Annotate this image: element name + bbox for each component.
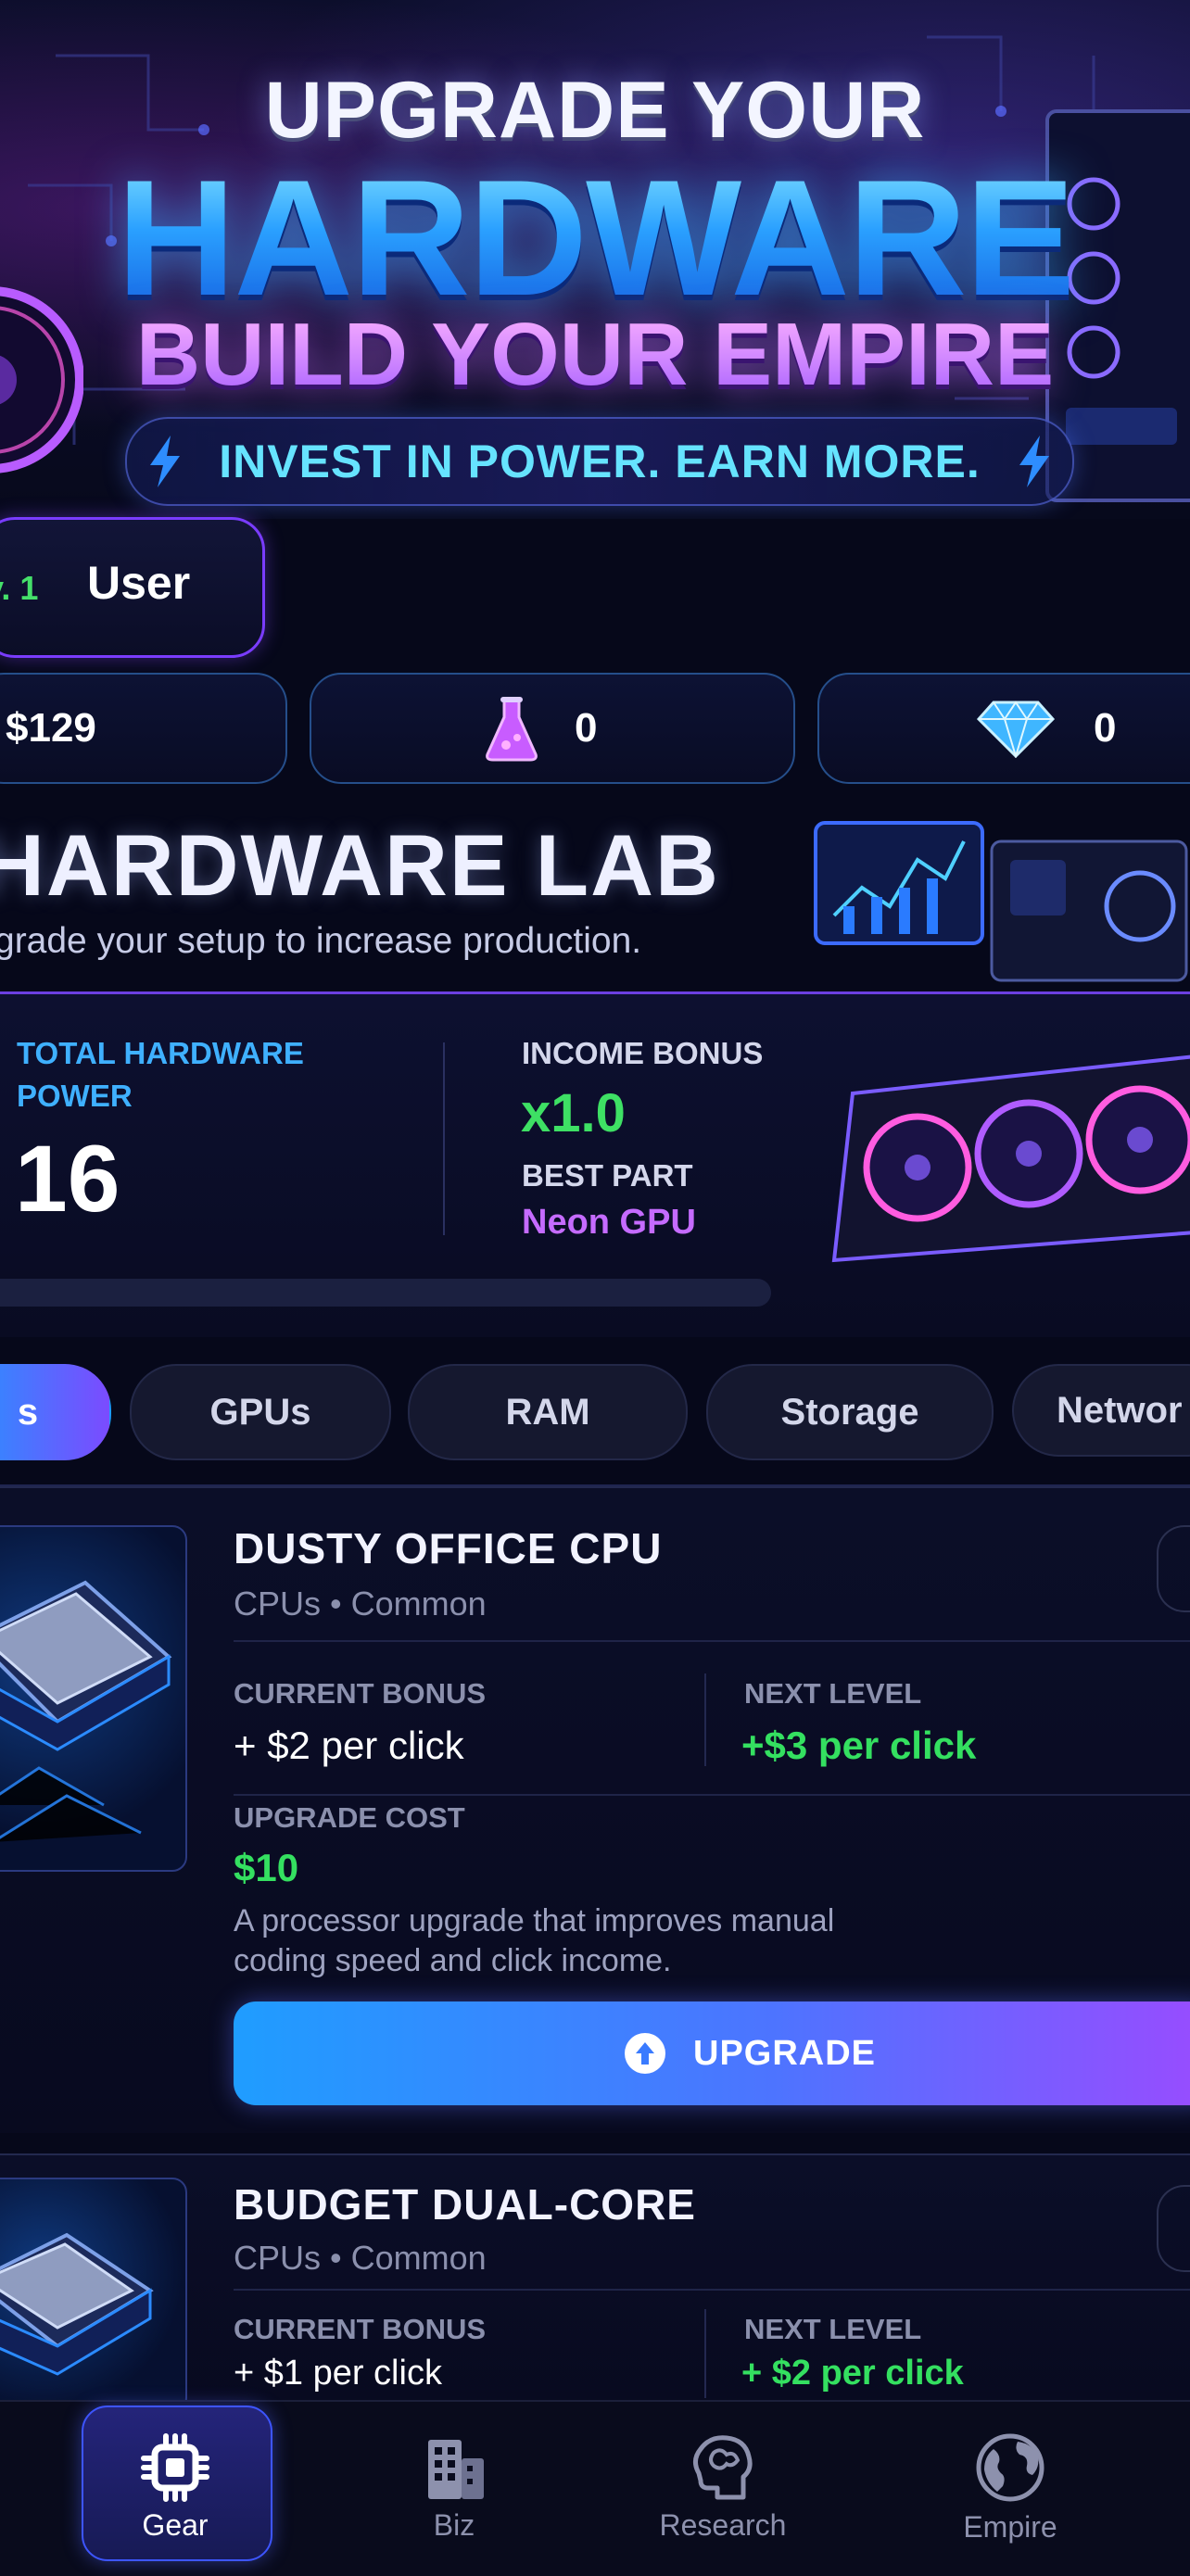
current-bonus-label: CURRENT BONUS [234, 2313, 487, 2345]
banner-line-3: BUILD YOUR EMPIRE [0, 304, 1190, 406]
tab-cpus[interactable]: s [0, 1364, 111, 1460]
nav-item-biz[interactable]: Biz [361, 2400, 547, 2574]
cpu-chip-image [0, 1580, 172, 1842]
cpu-thumbnail [0, 1525, 187, 1872]
nav-label-empire: Empire [963, 2509, 1057, 2544]
nav-label-gear: Gear [142, 2507, 209, 2542]
cpu-thumbnail [0, 2178, 187, 2413]
user-name: User [87, 557, 191, 609]
brain-icon [693, 2434, 753, 2499]
card-description-line-2: coding speed and click income. [234, 1943, 672, 1978]
current-bonus-label: CURRENT BONUS [234, 1677, 487, 1710]
bonus-divider [704, 1673, 706, 1766]
bonus-divider [704, 2309, 706, 2398]
nav-item-empire[interactable]: Empire [918, 2400, 1103, 2574]
research-pill: 0 [310, 673, 795, 784]
next-level-value: + $2 per click [741, 2354, 964, 2393]
upgrade-cost-value: $10 [234, 1846, 299, 1889]
card-divider [234, 1794, 1190, 1796]
nav-label-biz: Biz [433, 2507, 475, 2542]
next-level-label: NEXT LEVEL [744, 2313, 922, 2345]
income-bonus-value: x1.0 [521, 1083, 626, 1143]
page-subtitle: grade your setup to increase production. [0, 921, 642, 961]
info-button[interactable] [1157, 2185, 1190, 2272]
upgrade-button-label: UPGRADE [693, 2033, 877, 2073]
research-value: 0 [575, 705, 598, 751]
tab-network[interactable]: Networ [1012, 1364, 1190, 1457]
globe-icon [976, 2433, 1044, 2501]
neon-gpu-image [831, 1054, 1190, 1263]
next-level-label: NEXT LEVEL [744, 1677, 922, 1710]
upgrade-cost-label: UPGRADE COST [234, 1801, 465, 1834]
income-bonus-label: INCOME BONUS [522, 1036, 764, 1070]
lightning-icon [150, 436, 181, 487]
page-title: HARDWARE LAB [0, 816, 720, 914]
nav-item-gear[interactable]: Gear [82, 2400, 269, 2574]
power-progress-bar [0, 1279, 771, 1307]
total-power-label-line-1: TOTAL HARDWARE [17, 1036, 304, 1070]
tab-storage[interactable]: Storage [706, 1364, 994, 1460]
best-part-value: Neon GPU [522, 1203, 696, 1242]
upgrade-button[interactable]: UPGRADE [234, 2001, 1190, 2105]
total-power-value: 16 [15, 1126, 120, 1231]
card-title: DUSTY OFFICE CPU [234, 1524, 663, 1572]
diamond-pill: 0 [817, 673, 1190, 784]
cpu-chip-image [0, 2232, 154, 2376]
current-bonus-value: + $1 per click [234, 2354, 442, 2393]
card-divider [234, 1640, 1190, 1642]
tab-gpus[interactable]: GPUs [130, 1364, 391, 1460]
tagline-text: INVEST IN POWER. EARN MORE. [219, 436, 981, 487]
stats-divider [443, 1042, 445, 1235]
best-part-label: BEST PART [522, 1158, 693, 1193]
card-category: CPUs • Common [234, 1585, 487, 1623]
lab-desk-image [814, 821, 1188, 982]
current-bonus-value: + $2 per click [234, 1724, 464, 1767]
card-category: CPUs • Common [234, 2239, 487, 2277]
arrow-up-circle-icon [625, 2033, 665, 2074]
info-button[interactable] [1157, 1525, 1190, 1612]
card-divider [234, 2289, 1190, 2291]
user-level: v. 1 [0, 569, 39, 607]
flask-icon [486, 697, 538, 762]
cash-pill: $129 [0, 673, 287, 784]
cash-value: $129 [6, 705, 96, 751]
tab-ram[interactable]: RAM [408, 1364, 688, 1460]
nav-label-research: Research [659, 2507, 787, 2542]
card-description-line-1: A processor upgrade that improves manual [234, 1903, 835, 1938]
chip-icon [141, 2432, 209, 2502]
banner-tagline: INVEST IN POWER. EARN MORE. [125, 417, 1074, 506]
building-icon [428, 2439, 484, 2499]
banner-line-1: UPGRADE YOUR [264, 66, 926, 155]
diamond-value: 0 [1094, 705, 1117, 751]
nav-item-research[interactable]: Research [630, 2400, 816, 2574]
next-level-value: +$3 per click [741, 1724, 977, 1767]
hero-banner: UPGRADE YOUR HARDWARE BUILD YOUR EMPIRE … [0, 0, 1190, 519]
diamond-icon [977, 701, 1055, 758]
banner-line-2: HARDWARE [0, 156, 1190, 321]
card-title: BUDGET DUAL-CORE [234, 2180, 696, 2229]
lightning-icon [1019, 436, 1049, 487]
total-power-label-line-2: POWER [17, 1079, 133, 1113]
